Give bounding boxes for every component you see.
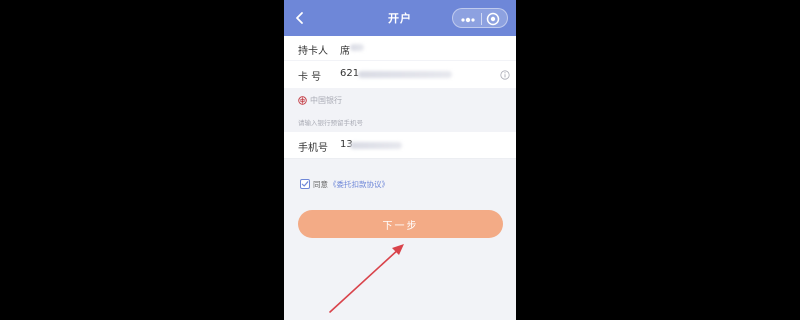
- bank-logo-icon: [298, 95, 307, 105]
- capsule-divider: [481, 13, 482, 25]
- more-dots-icon[interactable]: [458, 12, 478, 26]
- card-holder-value: 席: [340, 46, 350, 57]
- agreement-checkbox[interactable]: [300, 179, 310, 189]
- phone-screen: 开户 持卡人 席 卡 号 621 中国银行 请输入银行预留手机号 手机号 13 …: [284, 0, 516, 320]
- next-step-button[interactable]: 下一步: [298, 210, 503, 238]
- card-holder-label: 持卡人: [298, 46, 328, 57]
- blurred-text: [358, 71, 452, 78]
- bank-name: 中国银行: [310, 95, 342, 105]
- phone-number-row[interactable]: 手机号 13: [284, 132, 516, 159]
- info-icon[interactable]: [500, 70, 510, 80]
- agreement-text: 同意: [313, 179, 328, 189]
- blurred-text: [350, 142, 402, 149]
- mini-program-capsule: [452, 8, 508, 28]
- card-number-row[interactable]: 卡 号 621: [284, 61, 516, 88]
- phone-hint-text: 请输入银行预留手机号: [298, 119, 363, 127]
- navigation-bar: 开户: [284, 0, 516, 36]
- bank-info: 中国银行: [298, 93, 342, 107]
- card-holder-row: 持卡人 席: [284, 36, 516, 60]
- card-number-value: 621: [340, 68, 360, 79]
- blurred-text: [350, 44, 364, 51]
- checkmark-icon: [301, 181, 309, 187]
- agreement-row: 同意 《委托扣款协议》: [300, 178, 389, 190]
- card-number-label: 卡 号: [298, 72, 322, 83]
- target-close-icon[interactable]: [485, 11, 501, 27]
- agreement-link[interactable]: 《委托扣款协议》: [329, 179, 389, 190]
- phone-number-label: 手机号: [298, 143, 328, 154]
